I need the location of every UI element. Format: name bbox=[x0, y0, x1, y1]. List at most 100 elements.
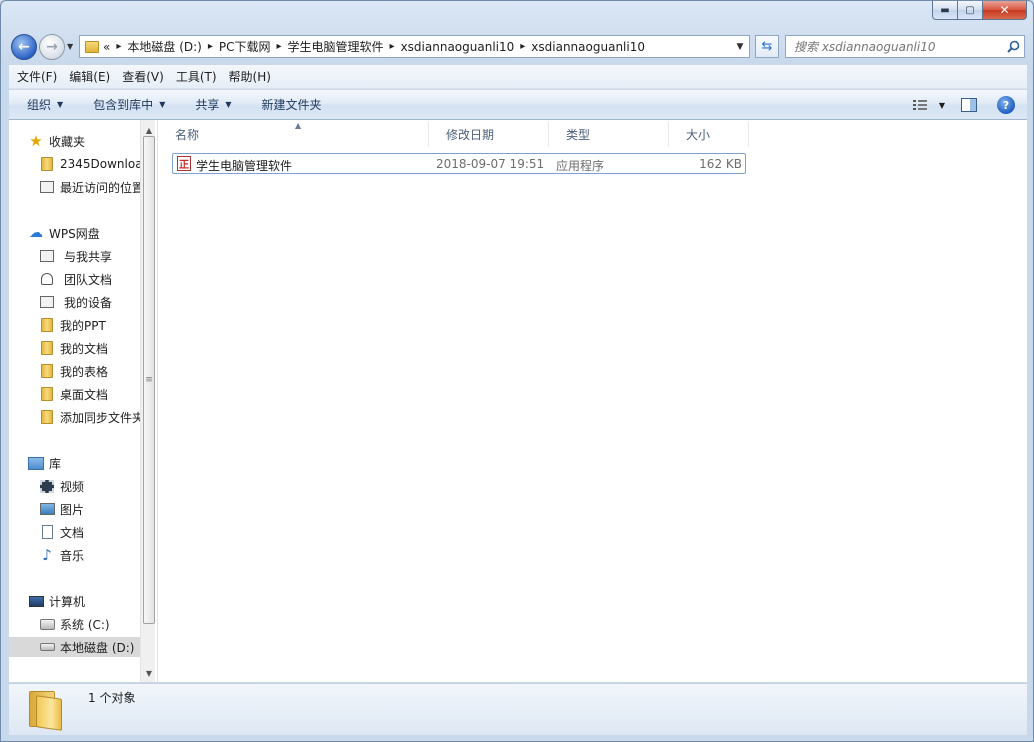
nav-item-label: 与我共享 bbox=[64, 249, 113, 264]
document-icon bbox=[39, 524, 55, 540]
nav-item-pictures[interactable]: 图片 bbox=[9, 499, 155, 519]
arrow-right-icon: → bbox=[46, 39, 58, 55]
recent-pages-dropdown[interactable]: ▼ bbox=[67, 42, 73, 51]
column-header-modified[interactable]: 修改日期 bbox=[429, 122, 549, 146]
breadcrumb-item[interactable]: PC下载网 bbox=[219, 38, 271, 55]
nav-scrollbar[interactable]: ▲ ≡ ▼ bbox=[140, 120, 155, 682]
file-list[interactable]: ▲ 名称 修改日期 类型 大小 正 学生电脑管理软件 2018-09-07 19… bbox=[158, 120, 1027, 682]
nav-item-label: 我的表格 bbox=[60, 364, 109, 379]
nav-computer[interactable]: 计算机 bbox=[9, 591, 155, 611]
caret-down-icon: ▼ bbox=[57, 100, 64, 109]
nav-item-videos[interactable]: 视频 bbox=[9, 476, 155, 496]
help-button[interactable]: ? bbox=[997, 96, 1015, 114]
nav-libraries[interactable]: 库 bbox=[9, 453, 155, 473]
nav-item-label: 系统 (C:) bbox=[60, 617, 110, 632]
column-header-type[interactable]: 类型 bbox=[549, 122, 669, 146]
folder-icon bbox=[39, 386, 55, 402]
menu-help[interactable]: 帮助(H) bbox=[229, 68, 271, 85]
view-options-button[interactable]: ▼ bbox=[912, 99, 945, 111]
library-icon bbox=[28, 455, 44, 471]
refresh-button[interactable]: ⇆ bbox=[755, 35, 779, 58]
nav-item-desktop-docs[interactable]: 桌面文档 bbox=[9, 384, 155, 404]
nav-item-drive-c[interactable]: 系统 (C:) bbox=[9, 614, 155, 634]
forward-button[interactable]: → bbox=[39, 34, 65, 60]
nav-favorites-label: 收藏夹 bbox=[49, 134, 86, 149]
sort-ascending-icon: ▲ bbox=[295, 121, 302, 130]
music-note-icon: ♪ bbox=[42, 546, 52, 564]
chevron-right-icon[interactable]: ▸ bbox=[208, 41, 213, 52]
drive-icon bbox=[39, 639, 55, 655]
nav-item-label: 本地磁盘 (D:) bbox=[60, 640, 135, 655]
nav-item-add-sync-folder[interactable]: 添加同步文件夹 bbox=[9, 407, 155, 427]
chevron-right-icon[interactable]: ▸ bbox=[390, 41, 395, 52]
breadcrumb-item-current[interactable]: xsdiannaoguanli10 bbox=[531, 40, 645, 54]
nav-item-shared-with-me[interactable]: 与我共享 bbox=[9, 246, 155, 266]
nav-item-drive-d[interactable]: 本地磁盘 (D:) bbox=[9, 637, 155, 657]
scroll-down-arrow[interactable]: ▼ bbox=[141, 665, 155, 681]
folder-icon bbox=[39, 340, 55, 356]
minimize-button[interactable]: ▬ bbox=[932, 1, 958, 20]
menu-view[interactable]: 查看(V) bbox=[122, 68, 164, 85]
folder-icon bbox=[39, 409, 55, 425]
caption-buttons: ▬ ▢ ✕ bbox=[932, 1, 1027, 20]
folder-icon bbox=[39, 317, 55, 333]
nav-libraries-label: 库 bbox=[49, 456, 62, 471]
nav-item-music[interactable]: ♪ 音乐 bbox=[9, 545, 155, 565]
preview-pane-button[interactable] bbox=[961, 98, 977, 112]
nav-item-team-docs[interactable]: 团队文档 bbox=[9, 269, 155, 289]
nav-item-my-spreadsheets[interactable]: 我的表格 bbox=[9, 361, 155, 381]
address-bar[interactable]: « ▸ 本地磁盘 (D:) ▸ PC下载网 ▸ 学生电脑管理软件 ▸ xsdia… bbox=[79, 35, 750, 58]
column-header-label: 类型 bbox=[566, 127, 591, 142]
search-icon[interactable] bbox=[1002, 40, 1024, 53]
breadcrumb-item[interactable]: 本地磁盘 (D:) bbox=[127, 38, 201, 55]
nav-item-my-ppt[interactable]: 我的PPT bbox=[9, 315, 155, 335]
shared-icon bbox=[39, 248, 55, 264]
file-modified: 2018-09-07 19:51 bbox=[436, 157, 545, 171]
nav-item-label: 我的设备 bbox=[64, 295, 113, 310]
organize-button[interactable]: 组织 ▼ bbox=[27, 96, 63, 113]
breadcrumb-item[interactable]: xsdiannaoguanli10 bbox=[401, 40, 515, 54]
folder-icon bbox=[29, 689, 63, 731]
column-header-name[interactable]: ▲ 名称 bbox=[158, 121, 429, 146]
breadcrumb-item[interactable]: 学生电脑管理软件 bbox=[288, 38, 384, 55]
nav-item-my-documents[interactable]: 我的文档 bbox=[9, 338, 155, 358]
breadcrumb-overflow[interactable]: « bbox=[103, 40, 110, 54]
caret-down-icon: ▼ bbox=[159, 100, 166, 109]
nav-item-my-devices[interactable]: 我的设备 bbox=[9, 292, 155, 312]
new-folder-button[interactable]: 新建文件夹 bbox=[262, 96, 322, 113]
nav-item-2345downloads[interactable]: 2345Downloads bbox=[9, 154, 155, 174]
nav-favorites[interactable]: ★ 收藏夹 bbox=[9, 131, 155, 151]
chevron-right-icon[interactable]: ▸ bbox=[277, 41, 282, 52]
share-button[interactable]: 共享 ▼ bbox=[195, 96, 231, 113]
preview-pane-icon bbox=[961, 98, 977, 112]
item-count: 1 个对象 bbox=[88, 691, 136, 705]
column-header-label: 名称 bbox=[175, 127, 200, 142]
nav-item-recent-places[interactable]: 最近访问的位置 bbox=[9, 177, 155, 197]
chevron-right-icon[interactable]: ▸ bbox=[520, 41, 525, 52]
maximize-button[interactable]: ▢ bbox=[958, 1, 983, 20]
scroll-thumb[interactable]: ≡ bbox=[143, 136, 155, 624]
back-button[interactable]: ← bbox=[11, 34, 37, 60]
system-drive-icon bbox=[39, 616, 55, 632]
folder-icon bbox=[85, 40, 99, 53]
nav-wps-drive[interactable]: ☁ WPS网盘 bbox=[9, 223, 155, 243]
menu-edit[interactable]: 编辑(E) bbox=[69, 68, 110, 85]
menu-file[interactable]: 文件(F) bbox=[17, 68, 57, 85]
nav-computer-label: 计算机 bbox=[49, 594, 86, 609]
nav-item-label: 我的文档 bbox=[60, 341, 109, 356]
nav-item-label: 文档 bbox=[60, 525, 85, 540]
include-in-library-button[interactable]: 包含到库中 ▼ bbox=[93, 96, 165, 113]
details-pane: 1 个对象 bbox=[9, 683, 1027, 735]
close-button[interactable]: ✕ bbox=[983, 1, 1027, 20]
nav-item-label: 我的PPT bbox=[60, 318, 106, 333]
search-input[interactable] bbox=[786, 39, 1002, 54]
column-header-size[interactable]: 大小 bbox=[669, 122, 749, 146]
navigation-pane[interactable]: ★ 收藏夹 2345Downloads 最近访问的位置 ☁ WPS网盘 与我共享 bbox=[9, 120, 155, 682]
nav-item-documents[interactable]: 文档 bbox=[9, 522, 155, 542]
chevron-right-icon[interactable]: ▸ bbox=[116, 41, 121, 52]
menu-tools[interactable]: 工具(T) bbox=[176, 68, 217, 85]
application-icon: 正 bbox=[177, 156, 191, 171]
address-history-dropdown[interactable]: ▼ bbox=[731, 42, 749, 52]
column-header-label: 修改日期 bbox=[446, 127, 495, 142]
file-row[interactable]: 正 学生电脑管理软件 2018-09-07 19:51 应用程序 162 KB bbox=[172, 153, 746, 174]
